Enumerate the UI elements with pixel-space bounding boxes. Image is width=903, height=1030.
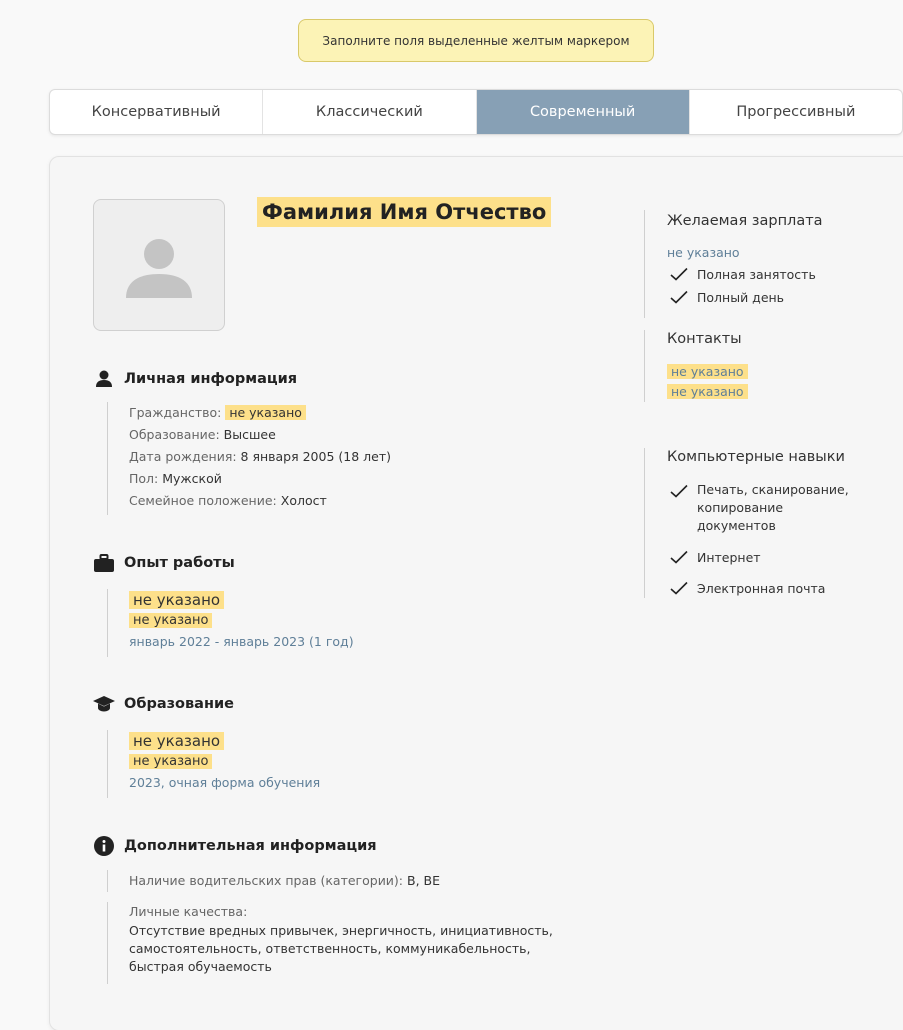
education-title: Образование xyxy=(124,696,234,712)
skills-title: Компьютерные навыки xyxy=(667,449,845,465)
salary-value[interactable]: не указано xyxy=(667,245,740,260)
work-schedule: Полный день xyxy=(697,290,785,305)
birth-date-row: Дата рождения: 8 января 2005 (18 лет) xyxy=(129,446,391,468)
check-icon xyxy=(670,267,688,281)
gender-row: Пол: Мужской xyxy=(129,468,391,490)
skill-item[interactable]: Печать, сканирование, копирование докуме… xyxy=(669,481,869,535)
citizenship-value[interactable]: не указано xyxy=(225,405,306,420)
tab-classic[interactable]: Классический xyxy=(263,90,477,134)
sidebar-divider-skills xyxy=(644,448,645,598)
employment-item[interactable]: Полный день xyxy=(669,290,784,305)
qualities-value[interactable]: Отсутствие вредных привычек, энергичност… xyxy=(129,922,579,976)
education-level-label: Образование: xyxy=(129,427,220,442)
birth-date-label: Дата рождения: xyxy=(129,449,237,464)
info-icon xyxy=(93,836,115,856)
skill-item[interactable]: Электронная почта xyxy=(669,581,825,596)
license-row: Наличие водительских прав (категории): B… xyxy=(129,870,440,892)
personal-info-heading: Личная информация xyxy=(93,369,297,389)
experience-position[interactable]: не указано xyxy=(129,591,225,609)
experience-period[interactable]: январь 2022 - январь 2023 (1 год) xyxy=(129,631,354,653)
experience-block: не указано не указано январь 2022 - янва… xyxy=(107,589,354,657)
full-name[interactable]: Фамилия Имя Отчество xyxy=(257,197,552,227)
graduation-cap-icon xyxy=(93,694,115,714)
skill-label: Интернет xyxy=(697,550,761,565)
briefcase-icon xyxy=(93,553,115,573)
license-block: Наличие водительских прав (категории): B… xyxy=(107,870,440,892)
education-level-value[interactable]: Высшее xyxy=(224,427,276,442)
personal-info-title: Личная информация xyxy=(124,371,298,387)
person-icon xyxy=(93,369,115,389)
tab-conservative[interactable]: Консервативный xyxy=(50,90,264,134)
contact-phone[interactable]: не указано xyxy=(667,364,748,379)
employment-type: Полная занятость xyxy=(697,267,816,282)
gender-value[interactable]: Мужской xyxy=(162,471,222,486)
gender-label: Пол: xyxy=(129,471,159,486)
sidebar-divider-contacts xyxy=(644,330,645,402)
education-block: не указано не указано 2023, очная форма … xyxy=(107,730,320,798)
sidebar-divider-salary xyxy=(644,210,645,318)
fill-hint-text: Заполните поля выделенные желтым маркеро… xyxy=(322,33,630,48)
check-icon xyxy=(670,290,688,304)
check-icon xyxy=(670,550,688,564)
employment-item[interactable]: Полная занятость xyxy=(669,267,816,282)
education-level-row: Образование: Высшее xyxy=(129,424,391,446)
citizenship-label: Гражданство: xyxy=(129,405,222,420)
qualities-label: Личные качества: xyxy=(129,904,248,919)
experience-heading: Опыт работы xyxy=(93,553,235,573)
education-specialty[interactable]: не указано xyxy=(129,754,213,769)
check-icon xyxy=(670,581,688,595)
contacts-list: не указано не указано xyxy=(667,362,748,402)
license-label: Наличие водительских прав (категории): xyxy=(129,873,404,888)
education-institution[interactable]: не указано xyxy=(129,732,225,750)
personal-info-block: Гражданство: не указано Образование: Выс… xyxy=(107,402,391,515)
tab-progressive[interactable]: Прогрессивный xyxy=(690,90,902,134)
fill-hint-banner: Заполните поля выделенные желтым маркеро… xyxy=(298,19,654,62)
experience-company[interactable]: не указано xyxy=(129,613,213,628)
education-period[interactable]: 2023, очная форма обучения xyxy=(129,772,320,794)
experience-title: Опыт работы xyxy=(124,555,235,571)
birth-date-value[interactable]: 8 января 2005 (18 лет) xyxy=(241,449,391,464)
photo-placeholder[interactable] xyxy=(93,199,225,331)
marital-status-label: Семейное положение: xyxy=(129,493,277,508)
tab-modern[interactable]: Современный xyxy=(476,90,690,134)
template-tabs: Консервативный Классический Современный … xyxy=(49,89,903,135)
marital-status-row: Семейное положение: Холост xyxy=(129,490,391,512)
citizenship-row: Гражданство: не указано xyxy=(129,402,391,424)
check-icon xyxy=(670,484,688,498)
skill-label: Электронная почта xyxy=(697,581,826,596)
skill-label: Печать, сканирование, копирование докуме… xyxy=(697,482,849,533)
skill-item[interactable]: Интернет xyxy=(669,550,761,565)
salary-title: Желаемая зарплата xyxy=(667,213,823,229)
contacts-title: Контакты xyxy=(667,331,742,347)
education-heading: Образование xyxy=(93,694,234,714)
avatar-icon xyxy=(126,239,192,298)
additional-info-heading: Дополнительная информация xyxy=(93,836,377,856)
license-value[interactable]: B, BE xyxy=(407,873,440,888)
additional-info-title: Дополнительная информация xyxy=(124,838,377,854)
qualities-block: Личные качества: Отсутствие вредных прив… xyxy=(107,902,587,984)
contact-email[interactable]: не указано xyxy=(667,384,748,399)
marital-status-value[interactable]: Холост xyxy=(281,493,327,508)
